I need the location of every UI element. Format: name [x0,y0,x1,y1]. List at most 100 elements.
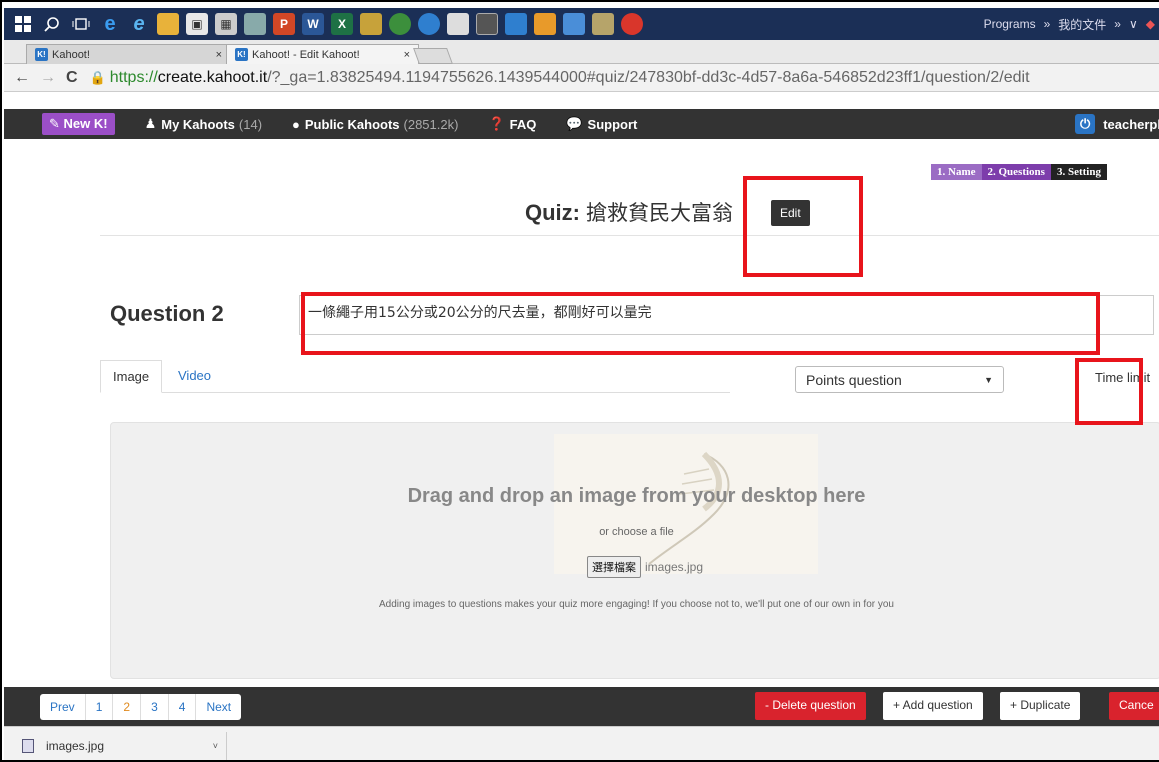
pager-next[interactable]: Next [196,694,241,720]
app-icon-8[interactable] [592,13,614,35]
nav-label: My Kahoots [161,116,235,132]
edge-icon[interactable]: e [99,13,121,35]
question-pager: Prev 1 2 3 4 Next [40,694,242,720]
download-item[interactable]: images.jpg ˅ [22,732,227,760]
user-menu[interactable]: ⏻ teacherpl [1075,114,1159,134]
quiz-title: Quiz: 搶救貧民大富翁 [525,197,733,227]
tab-video[interactable]: Video [166,360,223,393]
store-icon[interactable]: ▣ [186,13,208,35]
powerpoint-icon[interactable]: P [273,13,295,35]
cancel-button[interactable]: Cance [1109,692,1159,720]
back-icon[interactable]: ← [14,69,30,87]
lock-icon: 🔒 [89,69,106,85]
more-icon[interactable]: » [1114,17,1121,31]
word-icon[interactable]: W [302,13,324,35]
more-icon[interactable]: » [1044,17,1051,31]
tab-title: Kahoot! [52,48,90,61]
screen-frame: e e ▣ ▦ P W X Programs » 我的文件 » ∨ ◆ K! K… [0,0,1159,762]
image-dropzone[interactable]: Drag and drop an image from your desktop… [110,422,1159,679]
media-tabs: Image Video [100,360,730,393]
speech-bubble-icon: 💬 [566,116,583,131]
user-icon: ♟ [144,116,157,131]
documents-toolbar[interactable]: 我的文件 [1058,16,1106,33]
programs-toolbar[interactable]: Programs [984,17,1036,31]
add-question-button[interactable]: + Add question [883,692,983,720]
dropzone-title: Drag and drop an image from your desktop… [407,485,866,507]
nav-faq[interactable]: ❓ FAQ [488,116,536,132]
choose-file-button[interactable]: 選擇檔案 [587,556,641,578]
app-icon-6[interactable] [534,13,556,35]
chevron-down-icon[interactable]: ˅ [213,741,218,751]
annotation-box-edit [743,176,863,277]
file-chooser: 選擇檔案 images.jpg [587,556,703,578]
chosen-file-name: images.jpg [645,560,704,574]
step-questions[interactable]: 2. Questions [981,164,1051,180]
chrome-icon-3[interactable] [621,13,643,35]
divider [100,235,1159,236]
app-icon-2[interactable] [360,13,382,35]
task-view-icon[interactable] [70,13,92,35]
editor-footer: Prev 1 2 3 4 Next - Delete question + Ad… [4,687,1159,726]
nav-count: (2851.2k) [403,116,459,132]
browser-tab-edit-kahoot[interactable]: K! Kahoot! - Edit Kahoot! × [226,44,419,64]
download-bar: images.jpg ˅ [4,726,1159,760]
url-host: create.kahoot.it [157,68,268,86]
calculator-icon[interactable]: ▦ [215,13,237,35]
dropzone-or: or choose a file [599,526,674,538]
power-icon[interactable]: ⏻ [1075,114,1096,134]
pager-page[interactable]: 1 [86,694,114,720]
excel-icon[interactable]: X [331,13,353,35]
step-settings[interactable]: 3. Setting [1050,164,1107,180]
image-file-icon [22,739,34,753]
browser-tab-kahoot[interactable]: K! Kahoot! × [26,44,231,64]
pager-page[interactable]: 3 [141,694,169,720]
new-kahoot-button[interactable]: ✎ New K! [42,113,115,135]
tab-title: Kahoot! - Edit Kahoot! [252,48,360,61]
points-select-value: Points question [806,371,902,388]
annotation-box-time-limit [1075,358,1143,425]
kahoot-favicon-icon: K! [235,48,248,61]
search-icon[interactable] [41,13,63,35]
quiz-label: Quiz: [525,200,580,225]
close-icon[interactable]: × [216,49,222,61]
new-k-label: New K! [63,116,108,131]
nav-label: Public Kahoots [304,116,400,132]
chevron-down-icon[interactable]: ∨ [1129,17,1138,31]
nav-label: FAQ [509,116,537,132]
nav-my-kahoots[interactable]: ♟ My Kahoots (14) [145,116,262,132]
app-icon-4[interactable] [476,13,498,35]
delete-question-button[interactable]: - Delete question [755,692,866,720]
step-name[interactable]: 1. Name [931,164,982,180]
app-icon-5[interactable] [505,13,527,35]
nav-support[interactable]: 💬 Support [566,116,637,132]
shield-icon[interactable]: ◆ [1146,17,1155,31]
nav-public-kahoots[interactable]: ● Public Kahoots (2851.2k) [292,117,458,132]
windows-start-icon[interactable] [12,13,34,35]
nav-count: (14) [238,116,263,132]
url-field[interactable]: 🔒 https:// create.kahoot.it /?_ga=1.8382… [90,69,1030,87]
pager-page-current[interactable]: 2 [113,694,142,720]
app-icon[interactable] [244,13,266,35]
forward-icon[interactable]: → [40,69,56,87]
pager-page[interactable]: 4 [169,694,197,720]
progress-steps: 1. Name 2. Questions 3. Setting [931,164,1107,180]
pager-prev[interactable]: Prev [40,694,86,720]
globe-icon: ● [292,116,300,132]
file-explorer-icon[interactable] [157,13,179,35]
chrome-icon[interactable] [389,13,411,35]
tab-image[interactable]: Image [100,360,163,393]
reload-icon[interactable]: C [66,69,78,87]
quiz-name: 搶救貧民大富翁 [586,201,733,225]
app-icon-7[interactable] [563,13,585,35]
new-tab-button[interactable] [413,48,453,64]
points-select[interactable]: Points question ▼ [795,366,1004,393]
kahoot-navbar: ✎ New K! ♟ My Kahoots (14) ● Public Kaho… [4,109,1159,139]
url-path: /?_ga=1.83825494.1194755626.1439544000#q… [267,68,1030,86]
chrome-icon-2[interactable] [418,13,440,35]
close-icon[interactable]: × [404,49,410,61]
browser-tabstrip: K! Kahoot! × K! Kahoot! - Edit Kahoot! × [4,40,1159,64]
username: teacherpl [1103,116,1159,132]
ie-icon[interactable]: e [128,13,150,35]
duplicate-button[interactable]: + Duplicate [1000,692,1081,720]
app-icon-3[interactable] [447,13,469,35]
